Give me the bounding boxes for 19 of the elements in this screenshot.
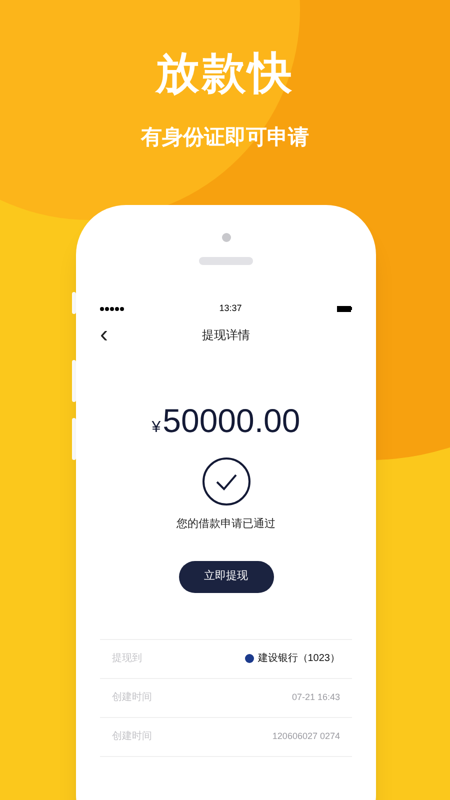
- check-circle-icon: [202, 457, 250, 506]
- amount: ¥50000.00: [152, 400, 300, 440]
- speaker-icon: [199, 257, 253, 265]
- detail-label: 提现到: [112, 652, 142, 666]
- subline: 有身份证即可申请: [141, 125, 309, 151]
- page-title: 提现详情: [202, 326, 250, 344]
- withdraw-button[interactable]: 立即提现: [178, 560, 274, 592]
- detail-label: 创建时间: [112, 690, 152, 705]
- camera-icon: [222, 233, 230, 242]
- headline: 放款快: [156, 52, 294, 96]
- signal-icon: [100, 306, 124, 311]
- detail-value: 建设银行（1023）: [258, 652, 340, 666]
- status-message: 您的借款申请已通过: [176, 516, 276, 532]
- detail-value: 120606027 0274: [272, 730, 340, 743]
- back-button[interactable]: ‹: [100, 322, 108, 346]
- detail-value: 07-21 16:43: [292, 690, 340, 704]
- detail-label: 创建时间: [112, 730, 152, 744]
- status-time: 13:37: [219, 302, 242, 315]
- battery-icon: [337, 306, 352, 312]
